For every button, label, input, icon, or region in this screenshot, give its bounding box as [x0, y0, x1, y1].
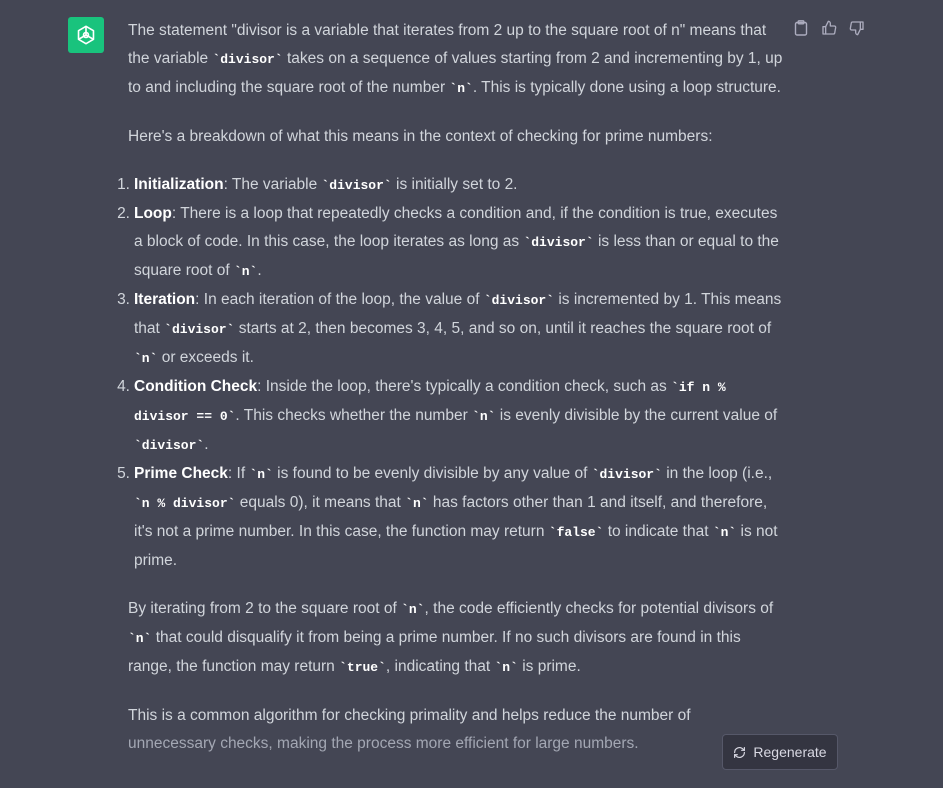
assistant-message: The statement "divisor is a variable tha… — [117, 17, 786, 778]
list-item: 1. Initialization: The variable `divisor`… — [117, 171, 786, 200]
list-term: Prime Check — [134, 465, 228, 482]
inline-code: `false` — [548, 525, 604, 540]
refresh-icon — [734, 746, 746, 758]
inline-code: `divisor` — [591, 467, 662, 482]
inline-code: `divisor` — [212, 52, 283, 67]
inline-code: `n` — [494, 660, 518, 675]
inline-code: `n` — [401, 602, 425, 617]
list-item: 4. Condition Check: Inside the loop, ther… — [117, 373, 786, 460]
list-term: Initialization — [134, 176, 224, 193]
list-number: 1. — [117, 176, 130, 193]
inline-code: `divisor` — [321, 178, 392, 193]
inline-code: `n` — [249, 467, 273, 482]
summary-paragraph: By iterating from 2 to the square root o… — [128, 600, 774, 675]
assistant-avatar — [68, 17, 104, 53]
thumbs-up-button[interactable] — [819, 18, 839, 38]
message-actions — [791, 18, 867, 38]
inline-code: `n % divisor` — [134, 496, 236, 511]
list-term: Condition Check — [134, 378, 258, 395]
thumbs-down-button[interactable] — [847, 18, 867, 38]
closing-paragraph: This is a common algorithm for checking … — [128, 707, 691, 752]
inline-code: `n` — [134, 351, 158, 366]
clipboard-icon — [794, 20, 808, 36]
list-item: 2. Loop: There is a loop that repeatedly … — [117, 200, 786, 286]
list-term: Iteration — [134, 291, 196, 308]
list-number: 4. — [117, 378, 130, 395]
copy-button[interactable] — [791, 18, 811, 38]
openai-logo-icon — [77, 25, 95, 45]
inline-code: `n` — [449, 81, 473, 96]
regenerate-label: Regenerate — [753, 744, 827, 760]
inline-code: `true` — [339, 660, 386, 675]
inline-code: `n` — [472, 409, 496, 424]
list-number: 2. — [117, 205, 130, 222]
intro-paragraph: The statement "divisor is a variable tha… — [128, 22, 783, 96]
inline-code: `n` — [405, 496, 429, 511]
breakdown-paragraph: Here's a breakdown of what this means in… — [128, 128, 713, 145]
thumbs-down-icon — [849, 21, 864, 36]
inline-code: `divisor` — [523, 235, 594, 250]
list-number: 3. — [117, 291, 130, 308]
thumbs-up-icon — [822, 20, 837, 35]
inline-code: `divisor` — [164, 322, 235, 337]
list-number: 5. — [117, 465, 130, 482]
inline-code: `n` — [712, 525, 737, 540]
inline-code: `n` — [128, 631, 152, 646]
steps-list: 1. Initialization: The variable `divisor`… — [117, 171, 786, 575]
inline-code: `n` — [233, 264, 258, 279]
inline-code: `divisor` — [134, 438, 205, 453]
list-term: Loop — [134, 205, 172, 222]
list-item: 5. Prime Check: If `n` is found to be eve… — [117, 460, 786, 575]
regenerate-button[interactable]: Regenerate — [722, 734, 838, 770]
list-item: 3. Iteration: In each iteration of the lo… — [117, 286, 786, 373]
inline-code: `divisor` — [483, 293, 555, 308]
